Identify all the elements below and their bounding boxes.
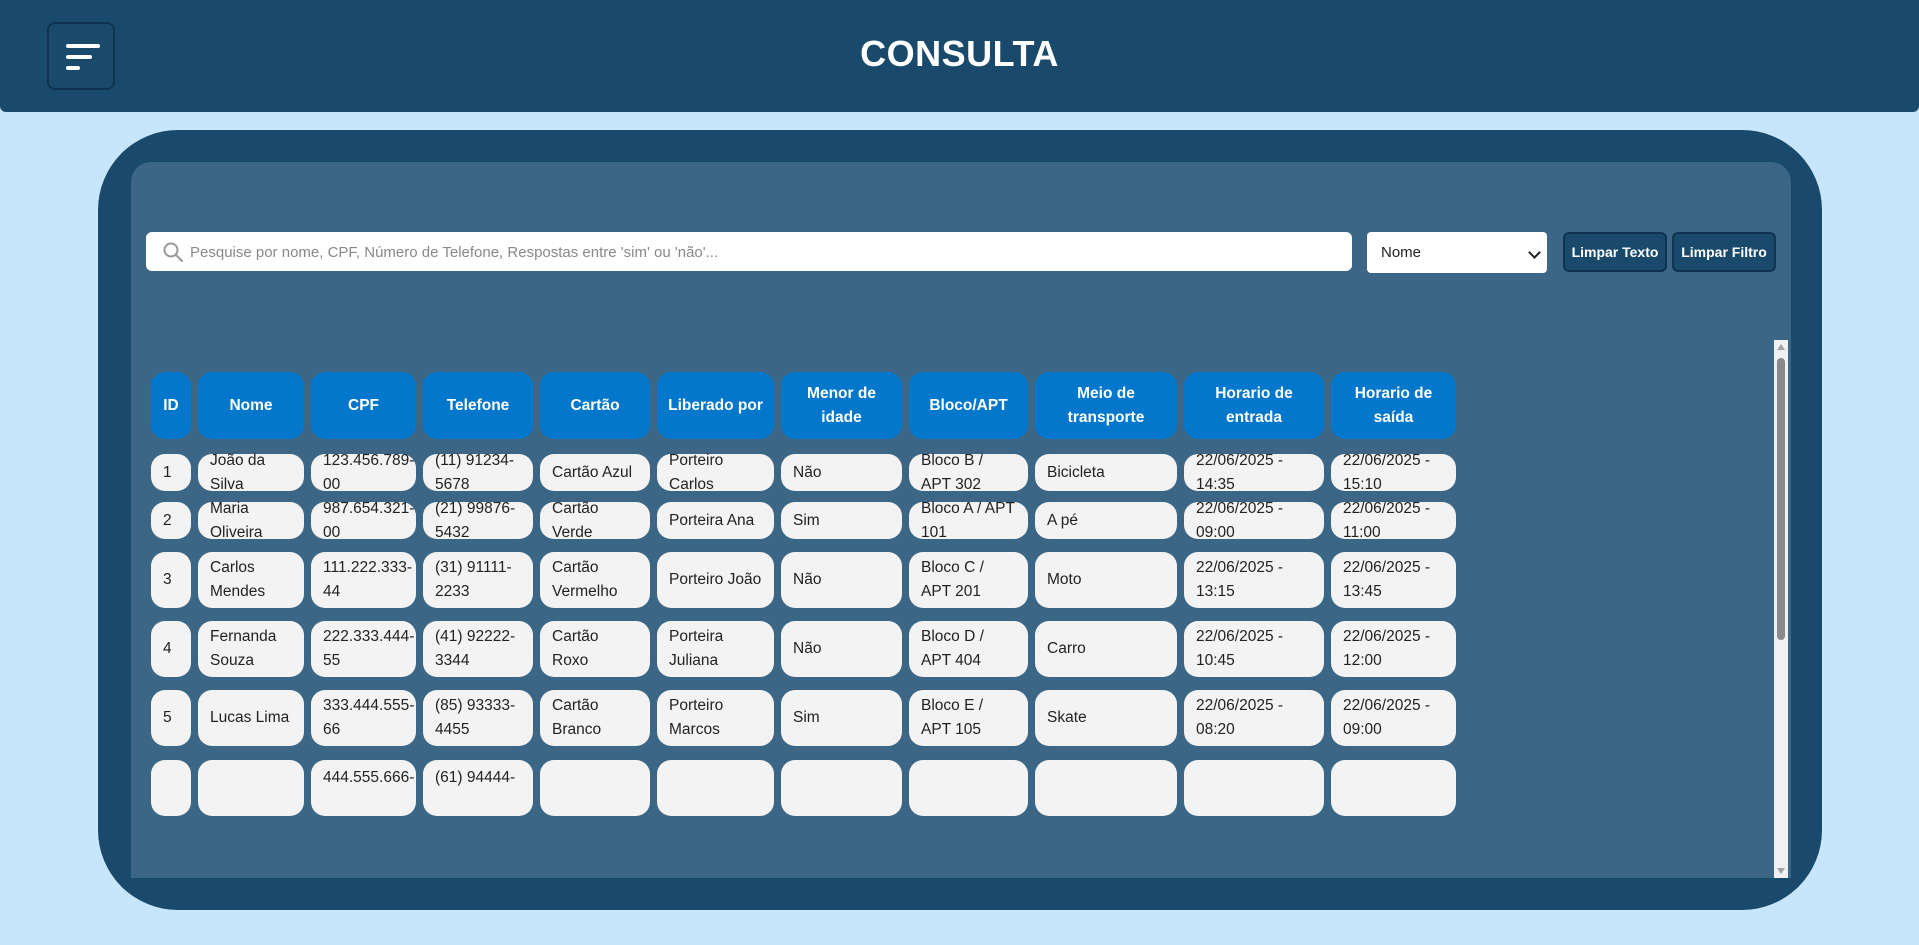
table-cell-meio-de-transporte: Carro — [1035, 621, 1177, 677]
table-cell-horario-entrada: 22/06/2025 - 14:35 — [1184, 452, 1324, 493]
table-cell-bloco-apt: Bloco B / APT 302 — [909, 452, 1028, 493]
table-cell-horario-saida: 22/06/2025 - 11:00 — [1331, 500, 1456, 541]
table-cell-bloco-apt: Bloco E / APT 105 — [909, 690, 1028, 746]
table-cell-liberado-por — [657, 760, 774, 816]
scrollbar-thumb[interactable] — [1777, 358, 1785, 640]
table-cell-liberado-por: Porteira Ana — [657, 502, 774, 539]
table-cell-bloco-apt: Bloco D / APT 404 — [909, 621, 1028, 677]
table-cell-telefone: (11) 91234-5678 — [423, 452, 533, 493]
column-header-liberado-por: Liberado por — [657, 372, 774, 439]
table-cell-horario-saida: 22/06/2025 - 15:10 — [1331, 452, 1456, 493]
table-cell-horario-entrada: 22/06/2025 - 10:45 — [1184, 621, 1324, 677]
table-cell-menor-de-idade: Não — [781, 552, 902, 608]
search-icon — [163, 242, 183, 262]
table-cell-liberado-por: Porteiro Carlos — [657, 452, 774, 493]
table-cell-horario-saida: 22/06/2025 - 12:00 — [1331, 621, 1456, 677]
table-cell-id: 3 — [151, 552, 191, 608]
table-cell-menor-de-idade: Sim — [781, 502, 902, 539]
table-cell-id: 1 — [151, 454, 191, 491]
table-cell-telefone: (61) 94444- — [423, 760, 533, 816]
table-cell-menor-de-idade: Não — [781, 621, 902, 677]
column-header-cartao: Cartão — [540, 372, 650, 439]
table-cell-id: 4 — [151, 621, 191, 677]
column-header-horario-saida: Horario de saída — [1331, 372, 1456, 439]
table-cell-id — [151, 760, 191, 816]
table-cell-cpf: 987.654.321-00 — [311, 500, 416, 541]
column-header-horario-entrada: Horario de entrada — [1184, 372, 1324, 439]
table-cell-id: 5 — [151, 690, 191, 746]
table-cell-cartao — [540, 760, 650, 816]
table-cell-liberado-por: Porteiro Marcos — [657, 690, 774, 746]
clear-filter-button[interactable]: Limpar Filtro — [1672, 232, 1776, 272]
scroll-down-arrow-icon[interactable] — [1777, 868, 1785, 874]
table-cell-cartao: Cartão Verde — [540, 500, 650, 541]
table-scrollbar[interactable] — [1774, 340, 1788, 878]
column-header-nome: Nome — [198, 372, 304, 439]
table-cell-horario-entrada: 22/06/2025 - 08:20 — [1184, 690, 1324, 746]
table-cell-telefone: (41) 92222-3344 — [423, 621, 533, 677]
table-cell-id: 2 — [151, 502, 191, 539]
table-cell-cpf: 333.444.555-66 — [311, 690, 416, 746]
column-header-cpf: CPF — [311, 372, 416, 439]
table-cell-nome: Carlos Mendes — [198, 552, 304, 608]
results-table: ID Nome CPF Telefone Cartão Liberado por Menor… — [151, 372, 1771, 878]
table-cell-bloco-apt — [909, 760, 1028, 816]
table-cell-horario-entrada: 22/06/2025 - 09:00 — [1184, 500, 1324, 541]
table-cell-cpf: 444.555.666- — [311, 760, 416, 816]
table-cell-horario-saida — [1331, 760, 1456, 816]
search-input[interactable] — [188, 232, 1342, 273]
column-header-bloco-apt: Bloco/APT — [909, 372, 1028, 439]
table-cell-cartao: Cartão Azul — [540, 454, 650, 491]
table-cell-meio-de-transporte: Bicicleta — [1035, 454, 1177, 491]
table-cell-cpf: 123.456.789-00 — [311, 452, 416, 493]
table-cell-telefone: (85) 93333-4455 — [423, 690, 533, 746]
column-header-menor-de-idade: Menor de idade — [781, 372, 902, 439]
table-cell-menor-de-idade: Não — [781, 454, 902, 491]
table-cell-cartao: Cartão Roxo — [540, 621, 650, 677]
table-cell-meio-de-transporte: A pé — [1035, 502, 1177, 539]
table-cell-horario-saida: 22/06/2025 - 09:00 — [1331, 690, 1456, 746]
table-cell-telefone: (21) 99876-5432 — [423, 500, 533, 541]
consulta-panel: Nome Limpar Texto Limpar Filtro IDNomeCP… — [131, 162, 1791, 878]
table-cell-telefone: (31) 91111-2233 — [423, 552, 533, 608]
table-cell-liberado-por: Porteiro João — [657, 552, 774, 608]
column-header-meio-de-transporte: Meio de transporte — [1035, 372, 1177, 439]
table-cell-nome: Fernanda Souza — [198, 621, 304, 677]
table-cell-meio-de-transporte: Skate — [1035, 690, 1177, 746]
table-cell-cartao: Cartão Vermelho — [540, 552, 650, 608]
top-header-bar: CONSULTA — [0, 0, 1919, 112]
table-cell-horario-entrada: 22/06/2025 - 13:15 — [1184, 552, 1324, 608]
table-cell-menor-de-idade: Sim — [781, 690, 902, 746]
table-cell-cpf: 222.333.444-55 — [311, 621, 416, 677]
column-header-telefone: Telefone — [423, 372, 533, 439]
table-cell-cpf: 111.222.333-44 — [311, 552, 416, 608]
table-cell-bloco-apt: Bloco C / APT 201 — [909, 552, 1028, 608]
scroll-up-arrow-icon[interactable] — [1777, 344, 1785, 350]
table-cell-bloco-apt: Bloco A / APT 101 — [909, 500, 1028, 541]
column-header-id: ID — [151, 372, 191, 439]
table-cell-nome — [198, 760, 304, 816]
table-cell-nome: Maria Oliveira — [198, 500, 304, 541]
table-cell-horario-saida: 22/06/2025 - 13:45 — [1331, 552, 1456, 608]
table-cell-menor-de-idade — [781, 760, 902, 816]
table-cell-cartao: Cartão Branco — [540, 690, 650, 746]
table-cell-meio-de-transporte — [1035, 760, 1177, 816]
table-cell-liberado-por: Porteira Juliana — [657, 621, 774, 677]
table-cell-meio-de-transporte: Moto — [1035, 552, 1177, 608]
filter-select[interactable]: Nome — [1367, 232, 1547, 273]
table-cell-nome: Lucas Lima — [198, 690, 304, 746]
search-box[interactable] — [146, 232, 1352, 273]
clear-text-button[interactable]: Limpar Texto — [1563, 232, 1667, 272]
table-cell-horario-entrada — [1184, 760, 1324, 816]
filter-selected-value: Nome — [1381, 244, 1422, 261]
table-cell-nome: João da Silva — [198, 452, 304, 493]
page-title: CONSULTA — [860, 33, 1059, 74]
chevron-down-icon — [1528, 246, 1541, 259]
